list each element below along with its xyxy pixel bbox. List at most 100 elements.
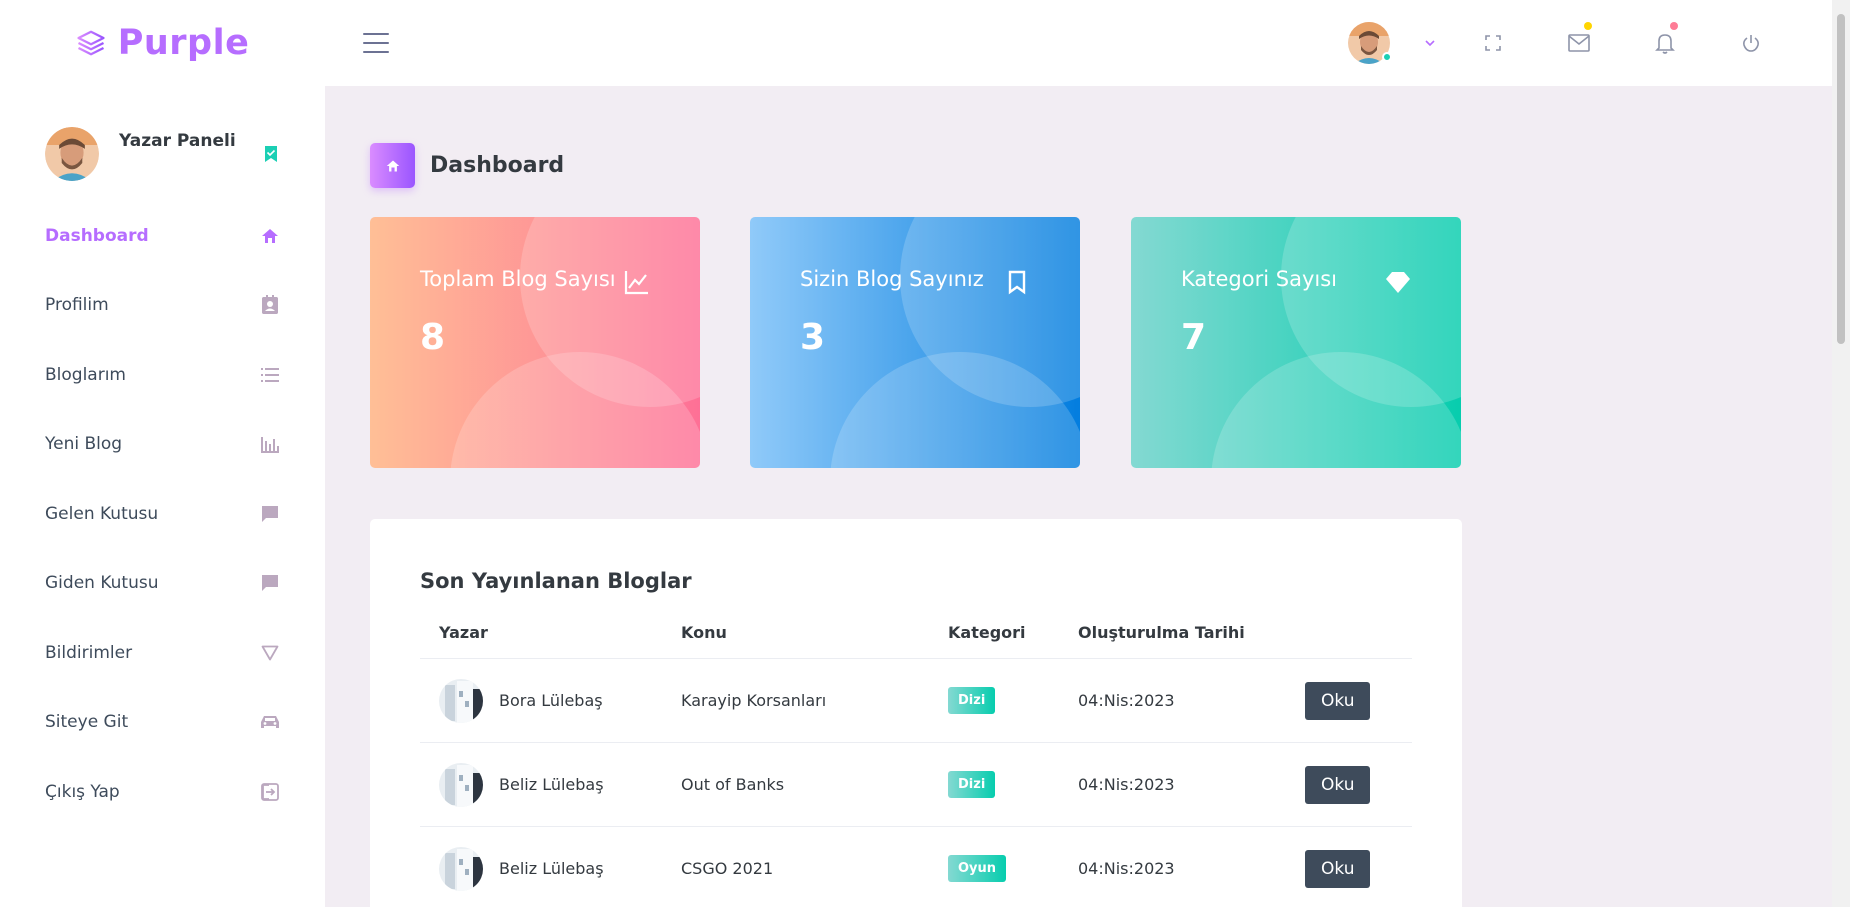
category-badge: Oyun [948, 855, 1007, 882]
profile-dropdown-toggle[interactable] [1410, 0, 1450, 86]
author-cell: Beliz Lülebaş [439, 846, 643, 891]
fullscreen-icon [1485, 35, 1501, 51]
stat-label: Sizin Blog Sayınız [800, 267, 984, 291]
category-badge: Dizi [948, 771, 996, 798]
table-row: Bora Lülebaş Karayip Korsanları Dizi 04:… [420, 658, 1412, 743]
chevron-down-icon [1425, 40, 1435, 47]
sidebar-menu: Dashboard Profilim Bloglarım Yeni Blog G… [0, 201, 325, 827]
topic-cell: Karayip Korsanları [662, 658, 929, 743]
sidebar-item-siteye-git[interactable]: Siteye Git [0, 688, 325, 758]
chart-line-icon [624, 271, 648, 295]
read-button[interactable]: Oku [1305, 681, 1371, 720]
stat-card-total-blogs: Toplam Blog Sayısı 8 [370, 217, 700, 468]
hamburger-line [363, 33, 389, 35]
sidebar-item-bildirimler[interactable]: Bildirimler [0, 618, 325, 688]
topic-cell: Out of Banks [662, 742, 929, 827]
stat-value: 7 [1181, 317, 1207, 358]
triangle-down-icon [261, 645, 279, 661]
contact-card-icon [262, 295, 278, 315]
author-name: Beliz Lülebaş [499, 775, 604, 794]
top-navbar: Purple [0, 0, 1832, 86]
column-header-action [1286, 615, 1412, 659]
page-header-icon [370, 143, 415, 188]
messages-button[interactable] [1536, 0, 1622, 86]
fullscreen-button[interactable] [1450, 0, 1536, 86]
author-avatar [439, 678, 483, 723]
stat-value: 3 [800, 317, 826, 358]
page-scrollbar[interactable] [1832, 0, 1850, 907]
stat-label: Toplam Blog Sayısı [420, 267, 616, 291]
notification-badge-dot [1670, 22, 1678, 30]
author-name: Bora Lülebaş [499, 691, 603, 710]
logout-icon [261, 782, 279, 801]
recent-blogs-card: Son Yayınlanan Bloglar Yazar Konu Katego… [370, 519, 1462, 907]
mail-icon [1568, 34, 1590, 52]
navbar-right [1348, 0, 1832, 86]
author-avatar [439, 846, 483, 891]
read-button[interactable]: Oku [1305, 849, 1371, 888]
sidebar-item-giden-kutusu[interactable]: Giden Kutusu [0, 549, 325, 619]
sidebar-item-label: Yeni Blog [45, 434, 123, 455]
sidebar-item-profilim[interactable]: Profilim [0, 271, 325, 341]
notifications-button[interactable] [1622, 0, 1708, 86]
bar-chart-icon [261, 437, 279, 454]
sidebar-item-label: Profilim [45, 295, 109, 316]
date-cell: 04:Nis:2023 [1059, 742, 1286, 827]
sidebar-item-label: Siteye Git [45, 712, 129, 733]
hamburger-line [363, 51, 389, 53]
stat-value: 8 [420, 317, 446, 358]
sidebar-profile[interactable]: Yazar Paneli [0, 86, 325, 196]
page-header: Dashboard [370, 143, 564, 188]
read-button[interactable]: Oku [1305, 765, 1371, 804]
sidebar-item-label: Bloglarım [45, 364, 126, 385]
column-header: Kategori [929, 615, 1059, 659]
sidebar-item-bloglarim[interactable]: Bloglarım [0, 340, 325, 410]
brand-logo-link[interactable]: Purple [0, 0, 325, 86]
page-title: Dashboard [430, 153, 565, 178]
bookmark-check-icon [265, 146, 277, 162]
home-icon [386, 160, 399, 171]
hamburger-line [363, 42, 389, 44]
table-header-row: Yazar Konu Kategori Oluşturulma Tarihi [420, 615, 1412, 659]
sidebar: Yazar Paneli Dashboard Profilim Blogları… [0, 86, 325, 907]
scrollbar-thumb[interactable] [1837, 14, 1845, 344]
home-icon [262, 228, 278, 243]
logout-button[interactable] [1708, 0, 1794, 86]
date-cell: 04:Nis:2023 [1059, 658, 1286, 743]
main-content: Dashboard Toplam Blog Sayısı 8 Sizin Blo… [325, 86, 1832, 907]
stat-card-your-blogs: Sizin Blog Sayınız 3 [750, 217, 1080, 468]
sidebar-item-cikis-yap[interactable]: Çıkış Yap [0, 757, 325, 827]
date-cell: 04:Nis:2023 [1059, 826, 1286, 907]
column-header: Konu [662, 615, 929, 659]
topic-cell: CSGO 2021 [662, 826, 929, 907]
diamond-icon [1386, 272, 1410, 293]
sidebar-item-label: Çıkış Yap [45, 781, 120, 802]
mail-badge-dot [1584, 22, 1592, 30]
category-badge: Dizi [948, 687, 996, 714]
sidebar-item-label: Bildirimler [45, 642, 133, 663]
message-icon [262, 575, 278, 592]
author-cell: Beliz Lülebaş [439, 762, 643, 807]
sidebar-profile-avatar [45, 127, 99, 181]
sidebar-item-yeni-blog[interactable]: Yeni Blog [0, 410, 325, 480]
author-name: Beliz Lülebaş [499, 859, 604, 878]
sidebar-item-label: Gelen Kutusu [45, 503, 159, 524]
navbar-profile-avatar[interactable] [1348, 22, 1392, 64]
table-row: Beliz Lülebaş Out of Banks Dizi 04:Nis:2… [420, 742, 1412, 827]
sidebar-item-gelen-kutusu[interactable]: Gelen Kutusu [0, 479, 325, 549]
column-header: Yazar [420, 615, 662, 659]
message-icon [262, 505, 278, 522]
card-title: Son Yayınlanan Bloglar [420, 569, 692, 593]
sidebar-toggle-button[interactable] [363, 33, 389, 53]
list-icon [261, 367, 279, 382]
stat-card-categories: Kategori Sayısı 7 [1131, 217, 1461, 468]
sidebar-profile-name: Yazar Paneli [119, 131, 236, 151]
column-header: Oluşturulma Tarihi [1059, 615, 1286, 659]
sidebar-item-label: Giden Kutusu [45, 573, 159, 594]
power-icon [1743, 35, 1759, 52]
author-cell: Bora Lülebaş [439, 678, 643, 723]
stat-label: Kategori Sayısı [1181, 267, 1337, 291]
bell-icon [1655, 34, 1675, 54]
online-status-dot [1382, 52, 1392, 62]
sidebar-item-dashboard[interactable]: Dashboard [0, 201, 325, 271]
